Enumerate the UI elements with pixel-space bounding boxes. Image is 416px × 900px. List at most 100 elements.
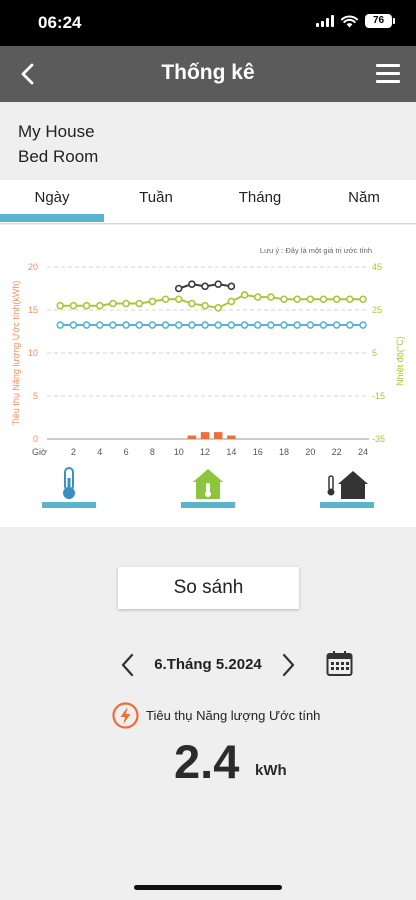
room-name: Bed Room: [18, 147, 99, 166]
energy-value: 2.4: [174, 735, 240, 788]
status-icons: 76: [316, 14, 395, 28]
mode-indoor-temp-bar: [42, 502, 96, 508]
outdoor-house-icon: [327, 471, 368, 499]
x-tick-label: 16: [253, 447, 263, 457]
series-point-0: [148, 321, 157, 329]
series-point-0: [280, 321, 288, 329]
x-tick-label: 10: [174, 447, 184, 457]
y-right-axis-label: Nhiệt độ(°C): [395, 336, 405, 386]
energy-bar: [227, 435, 236, 439]
y-left-axis-label: Tiêu thụ Năng lượng Ước tính(kWh): [11, 281, 21, 426]
series-point-1: [267, 293, 275, 301]
series-point-1: [359, 295, 367, 304]
series-point-0: [293, 321, 301, 329]
series-point-1: [95, 301, 104, 310]
y-right-tick-label: -15: [372, 391, 385, 401]
series-point-1: [174, 295, 183, 304]
series-point-1: [280, 295, 288, 304]
series-point-2: [227, 282, 236, 291]
x-tick-label: 20: [305, 447, 315, 457]
chevron-right-icon[interactable]: [278, 651, 298, 679]
x-tick-label: 6: [124, 447, 129, 457]
series-point-0: [188, 321, 196, 329]
series-point-1: [346, 295, 354, 304]
y-left-tick-label: 0: [33, 434, 38, 444]
series-point-1: [253, 293, 262, 301]
energy-unit: kWh: [255, 762, 287, 779]
series-point-0: [306, 321, 315, 329]
y-left-tick-label: 5: [33, 391, 38, 401]
energy-bar: [187, 435, 197, 439]
series-point-0: [214, 321, 223, 329]
series-point-1: [293, 295, 301, 304]
y-left-tick-label: 15: [28, 305, 38, 315]
series-point-1: [319, 295, 328, 304]
active-tab-indicator: [0, 214, 104, 222]
calendar-icon[interactable]: [326, 650, 353, 677]
y-right-tick-label: 25: [372, 305, 382, 315]
mode-outdoor-temp[interactable]: [320, 466, 374, 508]
series-point-1: [148, 297, 157, 306]
series-point-1: [69, 301, 78, 310]
tab-week[interactable]: Tuần: [104, 180, 208, 224]
page-title: Thống kê: [161, 61, 255, 84]
energy-bar: [200, 432, 210, 439]
mode-indoor-temp[interactable]: [42, 466, 96, 508]
x-tick-label: 14: [226, 447, 236, 457]
house-name: My House: [18, 122, 95, 141]
x-tick-label: 4: [97, 447, 102, 457]
home-indicator: [134, 885, 282, 890]
series-point-0: [359, 321, 367, 329]
x-tick-label: 24: [358, 447, 368, 457]
series-point-1: [240, 291, 249, 299]
x-tick-label: 22: [332, 447, 342, 457]
mode-house-temp[interactable]: [181, 466, 235, 508]
hamburger-menu-icon[interactable]: [376, 64, 400, 84]
series-point-0: [267, 321, 275, 329]
tab-month[interactable]: Tháng: [208, 180, 312, 224]
lightning-bolt-icon: [112, 702, 139, 729]
series-point-0: [319, 321, 328, 329]
series-point-0: [201, 321, 209, 329]
y-right-tick-label: -35: [372, 434, 385, 444]
series-point-1: [161, 295, 170, 304]
series-point-0: [82, 321, 91, 329]
mode-outdoor-temp-bar: [320, 502, 374, 508]
chevron-left-icon[interactable]: [118, 651, 138, 679]
tab-year[interactable]: Năm: [312, 180, 416, 224]
series-point-0: [109, 321, 117, 329]
series-point-1: [332, 295, 341, 304]
compare-button[interactable]: So sánh: [118, 567, 299, 609]
y-right-tick-label: 45: [372, 262, 382, 272]
series-point-0: [240, 321, 249, 329]
status-time: 06:24: [38, 13, 82, 32]
series-point-1: [188, 299, 196, 308]
series-point-1: [56, 301, 65, 310]
series-point-1: [201, 301, 209, 310]
x-tick-label: 18: [279, 447, 289, 457]
energy-bar: [213, 432, 223, 439]
series-point-0: [122, 321, 130, 329]
y-left-tick-label: 20: [28, 262, 38, 272]
cellular-signal-icon: [316, 15, 334, 27]
series-point-0: [56, 321, 65, 329]
current-date: 6.Tháng 5.2024: [154, 656, 262, 673]
series-point-1: [122, 299, 130, 308]
mode-house-temp-bar: [181, 502, 235, 508]
series-point-0: [253, 321, 262, 329]
series-point-0: [346, 321, 354, 329]
house-thermometer-icon: [193, 469, 223, 499]
series-point-1: [109, 299, 117, 308]
series-point-2: [174, 284, 183, 293]
x-tick-label: 12: [200, 447, 210, 457]
chart-mode-selector: [0, 466, 416, 510]
energy-temperature-chart: Lưu ý : Đây là một giá trị ước tính 2015…: [11, 246, 405, 457]
status-bar: 06:24 76: [0, 0, 416, 46]
x-tick-label: 2: [71, 447, 76, 457]
energy-estimate-label: Tiêu thụ Năng lượng Ước tính: [146, 708, 321, 723]
series-point-0: [161, 321, 170, 329]
location-header: My House Bed Room: [0, 102, 416, 180]
x-axis-label: Giờ: [32, 447, 47, 457]
series-point-1: [227, 297, 236, 306]
series-point-0: [332, 321, 341, 329]
